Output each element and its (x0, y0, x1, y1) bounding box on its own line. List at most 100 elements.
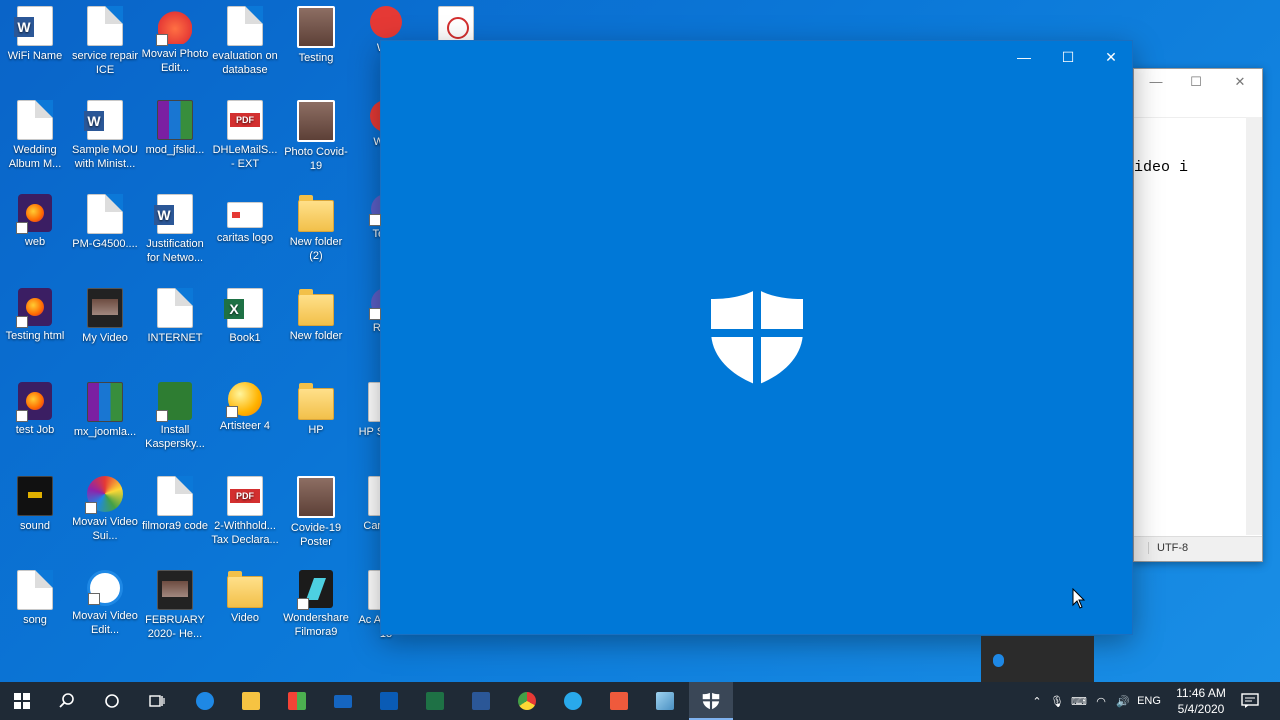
clock-date: 5/4/2020 (1177, 702, 1225, 716)
desktop-icon-label: test Job (15, 424, 55, 436)
desktop-icon-label: sound (20, 520, 50, 532)
notepad-minimize-button[interactable]: — (1134, 69, 1178, 95)
desktop-icon[interactable]: FEBRUARY 2020- He... (140, 564, 210, 654)
word-button[interactable] (459, 682, 503, 720)
desktop-icon-label: Movavi Video Sui... (72, 516, 138, 542)
telegram-icon (564, 692, 582, 710)
show-hidden-icons-chevron-up-icon[interactable]: ⌃ (1028, 695, 1046, 708)
desktop-icon[interactable]: service repair ICE (70, 0, 140, 90)
store-button[interactable] (275, 682, 319, 720)
desktop-icon[interactable]: Movavi Video Sui... (70, 470, 140, 560)
desktop-icon[interactable]: PDF DHLeMailS... - EXT (210, 94, 280, 184)
desktop-icon-label: Video (231, 612, 259, 624)
file-explorer-button[interactable] (229, 682, 273, 720)
desktop-icon[interactable]: web (0, 188, 70, 278)
tray-flyout (981, 636, 1094, 682)
edge-icon (196, 692, 214, 710)
desktop-icon[interactable]: W WiFi Name (0, 0, 70, 90)
notepad-taskbar-button[interactable] (643, 682, 687, 720)
microphone-icon[interactable]: 🎙 (1046, 695, 1068, 708)
defender-minimize-button[interactable]: — (1001, 41, 1047, 73)
desktop-icon[interactable]: mx_joomla... (70, 376, 140, 466)
clock[interactable]: 11:46 AM 5/4/2020 (1170, 685, 1232, 717)
notepad-titlebar[interactable]: — ☐ ✕ (1134, 69, 1262, 95)
desktop-icon-label: Testing html (5, 330, 65, 342)
chrome-button[interactable] (505, 682, 549, 720)
excel-button[interactable] (413, 682, 457, 720)
desktop-icon[interactable]: evaluation on database (210, 0, 280, 90)
defender-taskbar-button[interactable] (689, 682, 733, 720)
desktop-icon[interactable]: Photo Covid-19 (281, 94, 351, 184)
desktop-icon[interactable]: W Justification for Netwo... (140, 188, 210, 278)
notepad-text-area[interactable]: ideo i (1134, 117, 1246, 535)
desktop-icon[interactable]: Install Kaspersky... (140, 376, 210, 466)
desktop-icon[interactable]: Covide-19 Poster (281, 470, 351, 560)
desktop-icon[interactable]: Video (210, 564, 280, 654)
desktop-icon[interactable]: mod_jfslid... (140, 94, 210, 184)
telegram-button[interactable] (551, 682, 595, 720)
notepad-menubar (1134, 95, 1262, 118)
desktop-icon-label: INTERNET (147, 332, 203, 344)
bluetooth-icon (993, 654, 1004, 667)
desktop-icon-label: New folder (289, 330, 343, 342)
desktop-icon[interactable]: PM-G4500.... (70, 188, 140, 278)
desktop-icon-label: Photo Covid-19 (284, 146, 348, 172)
doc-icon (157, 288, 193, 328)
app-icon (610, 692, 628, 710)
desktop-icon[interactable]: Artisteer 4 (210, 376, 280, 466)
desktop-icon[interactable]: Testing (281, 0, 351, 90)
wifi-icon[interactable]: ◠ (1090, 695, 1112, 708)
folder-icon (298, 383, 334, 420)
cortana-button[interactable] (90, 682, 134, 720)
desktop-icon[interactable]: INTERNET (140, 282, 210, 372)
orange-app-button[interactable] (597, 682, 641, 720)
desktop-icon[interactable]: Movavi Video Edit... (70, 564, 140, 654)
notepad-close-button[interactable]: ✕ (1218, 69, 1262, 95)
edge-button[interactable] (183, 682, 227, 720)
desktop-icon[interactable]: caritas logo (210, 188, 280, 278)
desktop-icon[interactable]: filmora9 code (140, 470, 210, 560)
desktop-icon-label: FEBRUARY 2020- He... (145, 614, 205, 640)
notepad-window[interactable]: — ☐ ✕ ideo i UTF-8 (1133, 68, 1263, 562)
desktop-icon[interactable]: New folder (281, 282, 351, 372)
desktop-icon[interactable]: PDF 2-Withhold... Tax Declara... (210, 470, 280, 560)
video-icon (87, 288, 123, 328)
desktop-icon[interactable]: W Sample MOU with Minist... (70, 94, 140, 184)
notepad-maximize-button[interactable]: ☐ (1174, 69, 1218, 95)
mail-button[interactable] (321, 682, 365, 720)
firefox-icon (16, 288, 52, 328)
desktop-icon[interactable]: test Job (0, 376, 70, 466)
excel-icon (426, 692, 444, 710)
desktop-icon[interactable]: Testing html (0, 282, 70, 372)
desktop-icon[interactable]: My Video (70, 282, 140, 372)
desktop-icon[interactable]: Movavi Photo Edit... (140, 0, 210, 90)
input-method-icon[interactable]: ⌨ (1068, 695, 1090, 708)
search-button[interactable] (45, 682, 89, 720)
action-center-button[interactable] (1228, 682, 1272, 720)
outlook-icon (380, 692, 398, 710)
desktop-icon[interactable]: New folder (2) (281, 188, 351, 278)
notepad-icon (656, 692, 674, 710)
caritas-icon (227, 202, 263, 228)
notepad-vertical-scrollbar[interactable] (1246, 117, 1262, 535)
video-icon (157, 570, 193, 610)
outlook-button[interactable] (367, 682, 411, 720)
desktop-icon[interactable]: HP (281, 376, 351, 466)
desktop-icon[interactable]: X Book1 (210, 282, 280, 372)
desktop-icon[interactable]: Wondershare Filmora9 (281, 564, 351, 654)
language-indicator[interactable]: ENG (1134, 695, 1164, 707)
desktop-icon[interactable]: song (0, 564, 70, 654)
start-button[interactable] (0, 682, 44, 720)
defender-maximize-button[interactable]: ☐ (1045, 41, 1091, 73)
photo-icon (297, 100, 335, 142)
windows-security-window[interactable]: — ☐ ✕ (381, 41, 1132, 634)
task-view-icon (149, 695, 165, 707)
desktop-icon[interactable]: Wedding Album M... (0, 94, 70, 184)
chrome-icon (518, 692, 536, 710)
encoding-label: UTF-8 (1148, 542, 1188, 554)
desktop-icon-label: HP (308, 424, 324, 436)
volume-icon[interactable]: 🔊 (1112, 695, 1134, 708)
desktop-icon[interactable]: sound (0, 470, 70, 560)
defender-close-button[interactable]: ✕ (1088, 41, 1134, 73)
task-view-button[interactable] (135, 682, 179, 720)
